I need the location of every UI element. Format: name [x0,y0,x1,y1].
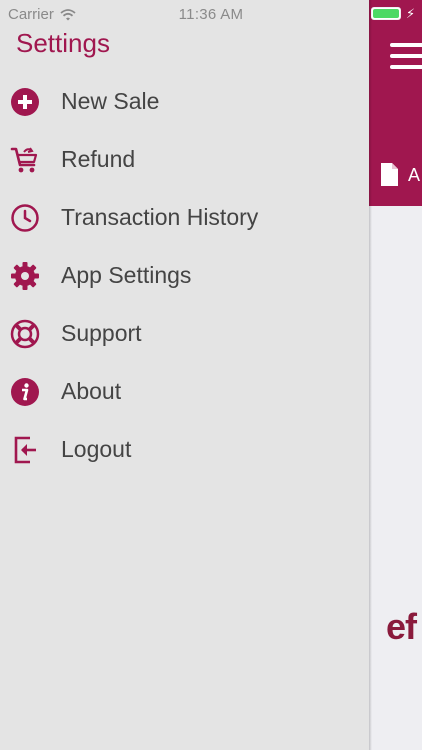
side-drawer: Settings New Sale Refund Transaction His… [0,0,369,750]
menu-item-label: Support [61,320,142,346]
battery-icon [371,7,401,20]
info-icon [11,378,39,406]
brand-logo: ef [386,606,417,647]
clock-icon [11,204,39,232]
drawer-menu: New Sale Refund Transaction History App … [0,73,369,479]
menu-item-support[interactable]: Support [0,305,369,363]
plus-circle-icon [11,88,39,116]
document-icon [381,163,398,186]
menu-icon[interactable] [390,43,422,70]
menu-item-label: Logout [61,436,132,462]
main-screen[interactable]: A ef [369,0,422,750]
menu-item-transaction-history[interactable]: Transaction History [0,189,369,247]
menu-item-logout[interactable]: Logout [0,421,369,479]
status-bar: Carrier 11:36 AM ⚡ [0,0,422,30]
lifebuoy-icon [10,319,40,349]
status-time: 11:36 AM [178,6,244,23]
menu-item-about[interactable]: About [0,363,369,421]
cart-return-icon [10,147,38,173]
menu-item-new-sale[interactable]: New Sale [0,73,369,131]
menu-item-label: Transaction History [61,204,259,230]
charging-icon: ⚡ [406,6,416,21]
menu-item-label: About [61,378,122,404]
main-header: A [369,0,422,206]
menu-item-label: New Sale [61,88,160,114]
gear-icon [11,262,39,290]
battery-level [373,9,399,18]
menu-item-app-settings[interactable]: App Settings [0,247,369,305]
menu-item-label: App Settings [61,262,192,288]
logout-icon [14,436,36,464]
header-text: A [408,165,421,185]
drawer-shadow [369,0,372,750]
menu-item-refund[interactable]: Refund [0,131,369,189]
menu-item-label: Refund [61,146,136,172]
drawer-title: Settings [16,28,110,58]
